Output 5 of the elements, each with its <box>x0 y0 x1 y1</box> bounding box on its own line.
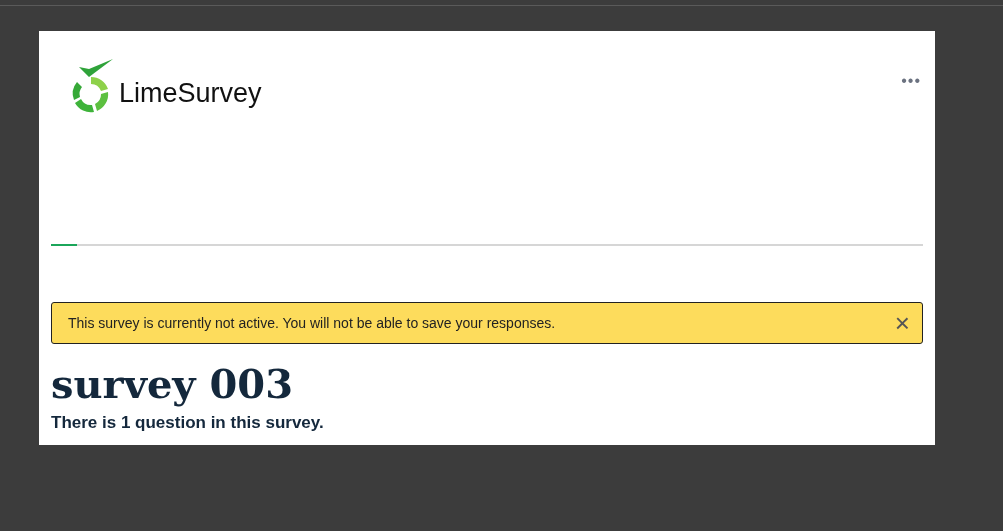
more-options-button[interactable]: ••• <box>901 73 921 89</box>
survey-subtitle: There is 1 question in this survey. <box>51 414 325 431</box>
alert-message: This survey is currently not active. You will not be able to save your responses. <box>68 313 556 333</box>
logo-text: LimeSurvey <box>119 80 262 107</box>
close-button[interactable]: × <box>894 310 910 336</box>
